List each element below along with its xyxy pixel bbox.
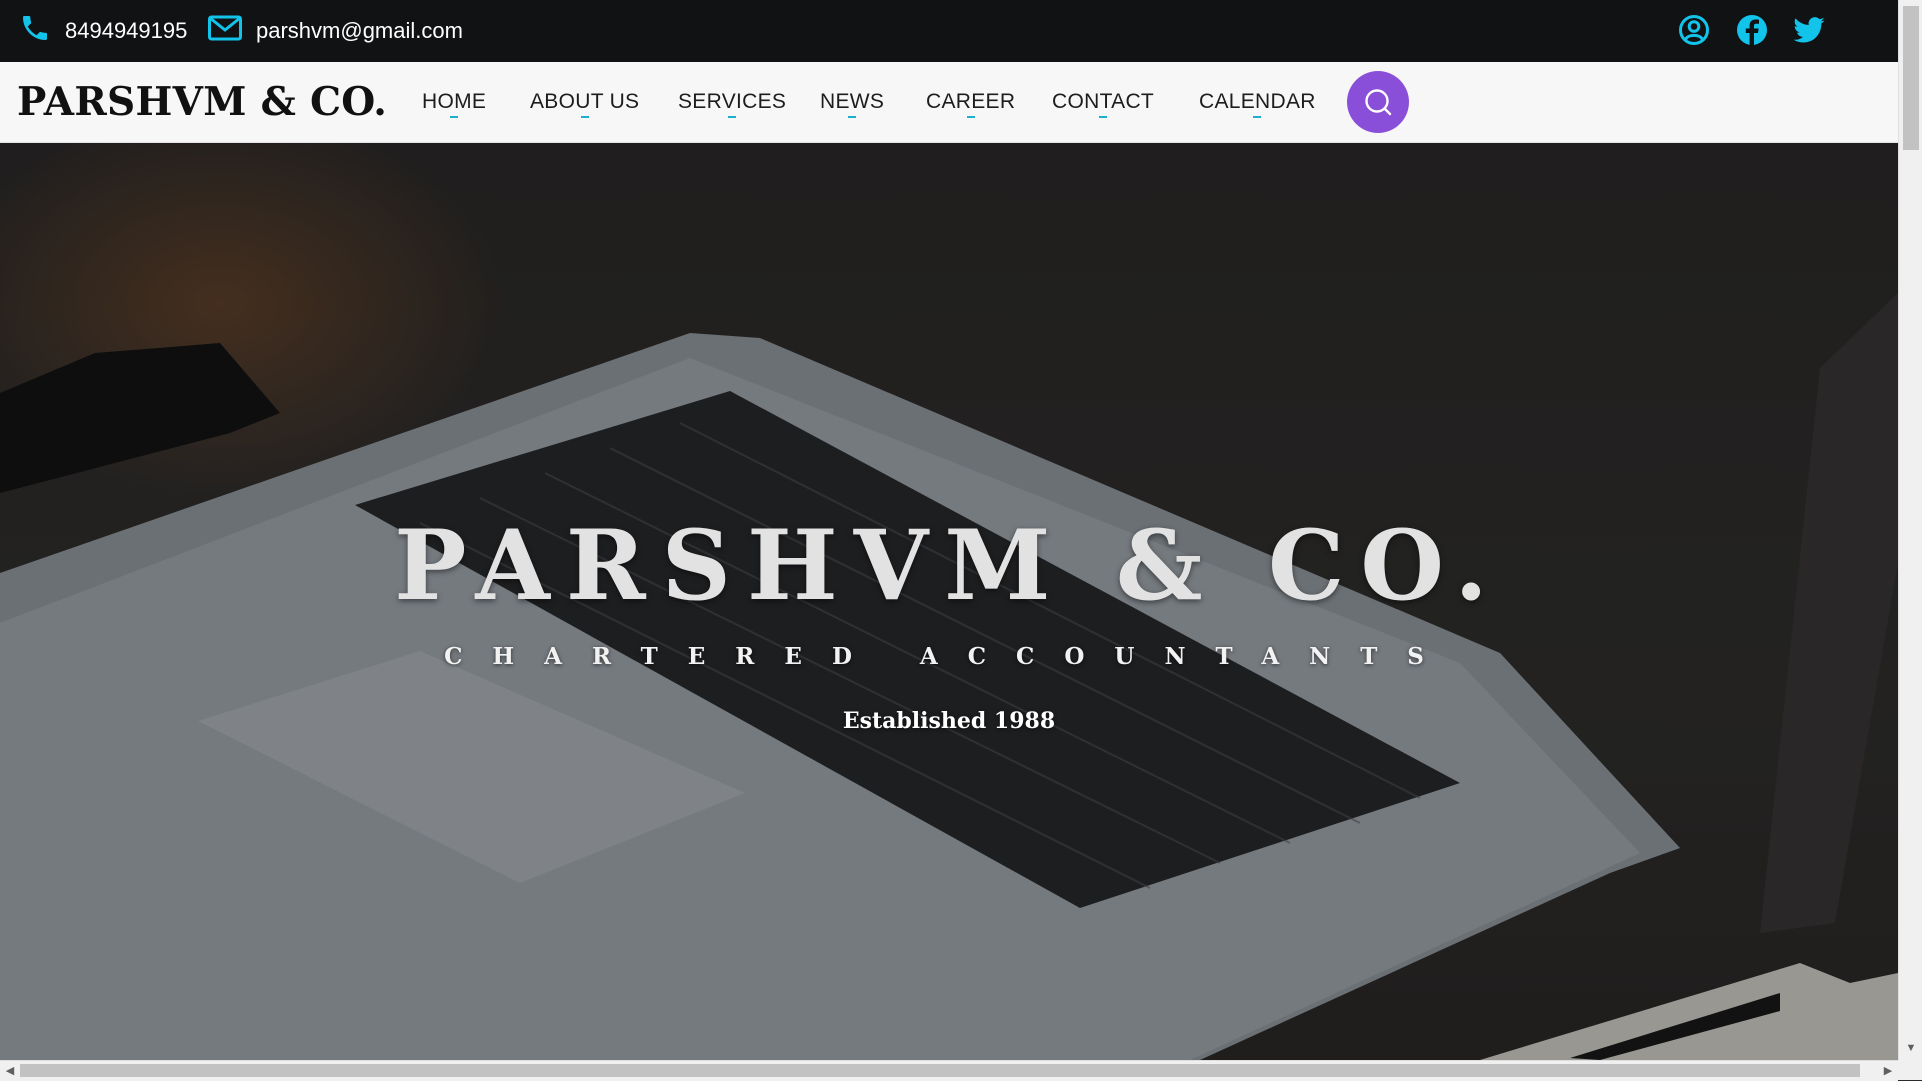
nav-about-us[interactable]: ABOUT US bbox=[530, 62, 639, 142]
envelope-icon bbox=[208, 15, 242, 47]
user-icon[interactable] bbox=[1677, 13, 1711, 47]
nav-calendar[interactable]: CALENDAR bbox=[1199, 62, 1316, 142]
scrollbar-corner bbox=[1898, 1060, 1922, 1080]
scroll-left-icon[interactable]: ◀ bbox=[0, 1061, 20, 1081]
email-contact[interactable]: parshvm@gmail.com bbox=[208, 0, 463, 62]
hero-established: Established 1988 bbox=[842, 708, 1056, 734]
twitter-icon[interactable] bbox=[1792, 13, 1826, 47]
phone-icon bbox=[19, 12, 51, 50]
horizontal-scroll-thumb[interactable] bbox=[20, 1064, 1860, 1077]
site-logo[interactable]: PARSHVM & CO. bbox=[17, 62, 387, 142]
nav-career[interactable]: CAREER bbox=[926, 62, 1015, 142]
hero-subtitle: CHARTERED ACCOUNTANTS bbox=[444, 643, 1454, 670]
nav-contact[interactable]: CONTACT bbox=[1052, 62, 1154, 142]
hero-title: PARSHVM & CO. bbox=[394, 509, 1504, 622]
top-contact-bar: 8494949195 parshvm@gmail.com bbox=[0, 0, 1898, 62]
vertical-scroll-thumb[interactable] bbox=[1903, 6, 1919, 150]
nav-services[interactable]: SERVICES bbox=[678, 62, 786, 142]
main-navbar: PARSHVM & CO. HOME ABOUT US SERVICES NEW… bbox=[0, 62, 1898, 143]
hero-banner: PARSHVM & CO. CHARTERED ACCOUNTANTS Esta… bbox=[0, 143, 1898, 1060]
facebook-icon[interactable] bbox=[1735, 13, 1769, 47]
phone-contact[interactable]: 8494949195 bbox=[19, 0, 187, 62]
scroll-down-icon[interactable]: ▼ bbox=[1901, 1038, 1921, 1058]
vertical-scrollbar[interactable]: ▼ bbox=[1898, 0, 1922, 1060]
scroll-right-icon[interactable]: ▶ bbox=[1878, 1061, 1898, 1081]
phone-number: 8494949195 bbox=[65, 18, 188, 43]
search-button[interactable] bbox=[1347, 71, 1409, 133]
nav-news[interactable]: NEWS bbox=[820, 62, 884, 142]
horizontal-scrollbar[interactable]: ◀ ▶ bbox=[0, 1060, 1898, 1081]
nav-home[interactable]: HOME bbox=[422, 62, 486, 142]
email-address: parshvm@gmail.com bbox=[256, 18, 463, 43]
